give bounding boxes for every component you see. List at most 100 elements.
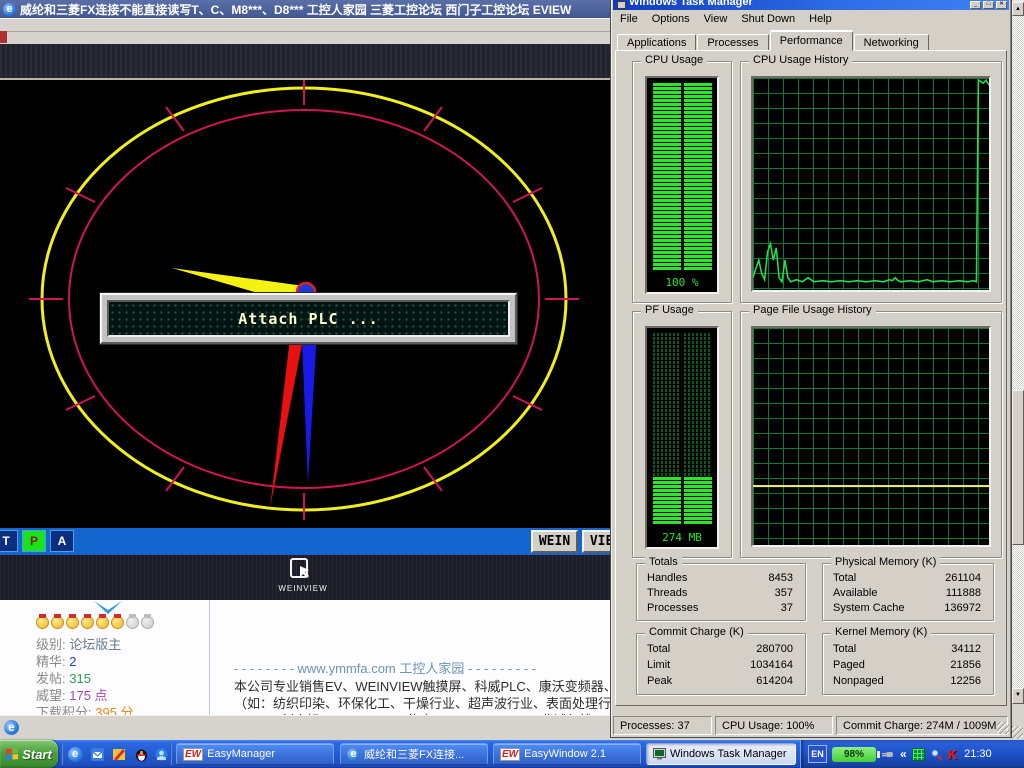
minimize-button[interactable]: _ xyxy=(970,1,981,9)
stat-value: 8453 xyxy=(769,572,793,584)
tab-networking[interactable]: Networking xyxy=(854,34,929,51)
cpu-usage-history-chart xyxy=(751,76,991,292)
led-column xyxy=(653,333,681,525)
cpu-usage-meter: 100 % xyxy=(645,76,719,294)
task-manager-title: Windows Task Manager xyxy=(629,0,753,8)
led-column xyxy=(653,83,681,270)
easywindow-icon: EW xyxy=(500,748,520,761)
tab-applications[interactable]: Applications xyxy=(617,34,696,51)
group-label: Totals xyxy=(645,556,682,568)
maximize-button[interactable]: □ xyxy=(983,1,994,9)
kernel-memory-group: Kernel Memory (K) Total34112 Paged21856 … xyxy=(822,633,994,695)
messenger-icon[interactable] xyxy=(152,745,170,763)
stat-value: 357 xyxy=(775,587,793,599)
taskbar-button-ie-page[interactable]: e 威纶和三菱FX连接... xyxy=(340,743,488,765)
internet-explorer-icon: e xyxy=(347,748,360,761)
cpu-history-group: CPU Usage History xyxy=(740,61,1002,303)
commit-charge-group: Commit Charge (K) Total280700 Limit10341… xyxy=(636,633,806,695)
sim-button-t[interactable]: T xyxy=(0,530,18,552)
close-button[interactable]: ✕ xyxy=(996,1,1007,9)
status-commit-charge: Commit Charge: 274M / 1009M xyxy=(836,716,1008,735)
taskbar-button-label: EasyManager xyxy=(207,748,275,760)
scroll-down-button[interactable]: ▼ xyxy=(1012,688,1024,704)
menu-help[interactable]: Help xyxy=(802,11,839,27)
scrollbar-thumb[interactable] xyxy=(1012,390,1024,545)
magnifier-tray-icon[interactable] xyxy=(930,748,943,761)
stat-value: 261104 xyxy=(945,572,981,584)
mail-icon[interactable] xyxy=(88,745,106,763)
ac-plug-icon xyxy=(881,748,895,760)
weinview-icon[interactable] xyxy=(288,558,314,582)
attach-plc-message-box: Attach PLC ... xyxy=(100,293,517,344)
taskbar-separator xyxy=(61,743,63,765)
stat-value: 2 xyxy=(69,654,76,669)
task-manager-menubar: File Options View Shut Down Help xyxy=(613,10,1009,28)
medal-icon xyxy=(141,616,154,629)
language-indicator[interactable]: EN xyxy=(808,745,827,763)
menu-options[interactable]: Options xyxy=(645,11,697,27)
group-label: CPU Usage History xyxy=(749,54,852,66)
stat-value: 614204 xyxy=(756,675,793,687)
scroll-up-button[interactable]: ▲ xyxy=(1012,2,1024,16)
toolbar-icon-fragment xyxy=(0,31,7,43)
sim-button-a[interactable]: A xyxy=(50,530,74,552)
vertical-scrollbar[interactable]: ▲ ▼ xyxy=(1012,0,1024,740)
stat-label: System Cache xyxy=(833,602,905,614)
group-label: Commit Charge (K) xyxy=(645,626,748,638)
antivirus-tray-icon[interactable]: K xyxy=(948,747,957,762)
stat-value: 280700 xyxy=(756,643,793,655)
task-manager-statusbar: Processes: 37 CPU Usage: 100% Commit Cha… xyxy=(613,713,1009,735)
menu-file[interactable]: File xyxy=(613,11,645,27)
task-manager-titlebar[interactable]: Windows Task Manager _ □ ✕ xyxy=(613,0,1009,10)
sim-button-p[interactable]: P xyxy=(22,530,46,552)
tab-performance[interactable]: Performance xyxy=(770,31,853,51)
tool-icon[interactable] xyxy=(110,745,128,763)
status-processes: Processes: 37 xyxy=(613,716,712,735)
wein-button[interactable]: WEIN xyxy=(531,530,578,553)
stat-label: Nonpaged xyxy=(833,675,884,687)
start-button[interactable]: Start xyxy=(0,740,58,768)
cpu-history-line xyxy=(753,78,989,290)
medal-icon xyxy=(96,616,109,629)
avatar-image-bottom xyxy=(88,601,128,614)
stat-label: Total xyxy=(833,572,856,584)
medal-icon xyxy=(66,616,79,629)
signature-header: - - - - - - - - www.ymmfa.com 工控人家园 - - … xyxy=(234,658,536,677)
menu-shutdown[interactable]: Shut Down xyxy=(734,11,802,27)
totals-group: Totals Handles8453 Threads357 Processes3… xyxy=(636,563,806,621)
attach-plc-message-text: Attach PLC ... xyxy=(238,310,378,328)
pf-usage-group: PF Usage 274 MB xyxy=(632,311,732,558)
battery-indicator[interactable]: 98% xyxy=(832,747,876,762)
tray-expand-chevron[interactable]: « xyxy=(900,747,907,761)
taskbar-button-label: Windows Task Manager xyxy=(670,748,787,760)
taskbar-button-task-manager[interactable]: Windows Task Manager xyxy=(646,743,796,765)
stat-label: Available xyxy=(833,587,877,599)
page-file-history-line xyxy=(753,328,989,545)
stat-label: 威望: xyxy=(36,688,66,703)
qq-penguin-icon[interactable] xyxy=(132,745,150,763)
group-label: PF Usage xyxy=(641,304,698,316)
taskbar-button-easymanager[interactable]: EW EasyManager xyxy=(176,743,334,765)
task-manager-resize-grip[interactable] xyxy=(997,722,1009,734)
clock-display: 21:30 xyxy=(964,748,992,760)
stat-label: Handles xyxy=(647,572,687,584)
stat-value: 34112 xyxy=(951,643,981,655)
internet-explorer-icon[interactable]: e xyxy=(66,745,84,763)
pf-history-group: Page File Usage History xyxy=(740,311,1002,558)
weinview-icon-label: WEINVIEW xyxy=(253,584,353,593)
stat-label: 精华: xyxy=(36,654,66,669)
stat-value: 175 点 xyxy=(69,688,107,703)
cpu-meter-tray-icon[interactable] xyxy=(912,748,925,761)
pf-usage-value: 274 MB xyxy=(647,531,717,544)
message-box-inner: Attach PLC ... xyxy=(107,300,510,337)
taskbar-button-easywindow[interactable]: EW EasyWindow 2.1 xyxy=(493,743,641,765)
status-cpu-usage: CPU Usage: 100% xyxy=(715,716,833,735)
group-label: Page File Usage History xyxy=(749,304,876,316)
internet-explorer-icon: e xyxy=(3,3,16,16)
led-column xyxy=(684,83,712,270)
medal-icon xyxy=(36,616,49,629)
menu-view[interactable]: View xyxy=(697,11,735,27)
tab-processes[interactable]: Processes xyxy=(697,34,768,51)
physical-memory-group: Physical Memory (K) Total261104 Availabl… xyxy=(822,563,994,621)
forum-signature: - - - - - - - - www.ymmfa.com 工控人家园 - - … xyxy=(222,600,622,715)
